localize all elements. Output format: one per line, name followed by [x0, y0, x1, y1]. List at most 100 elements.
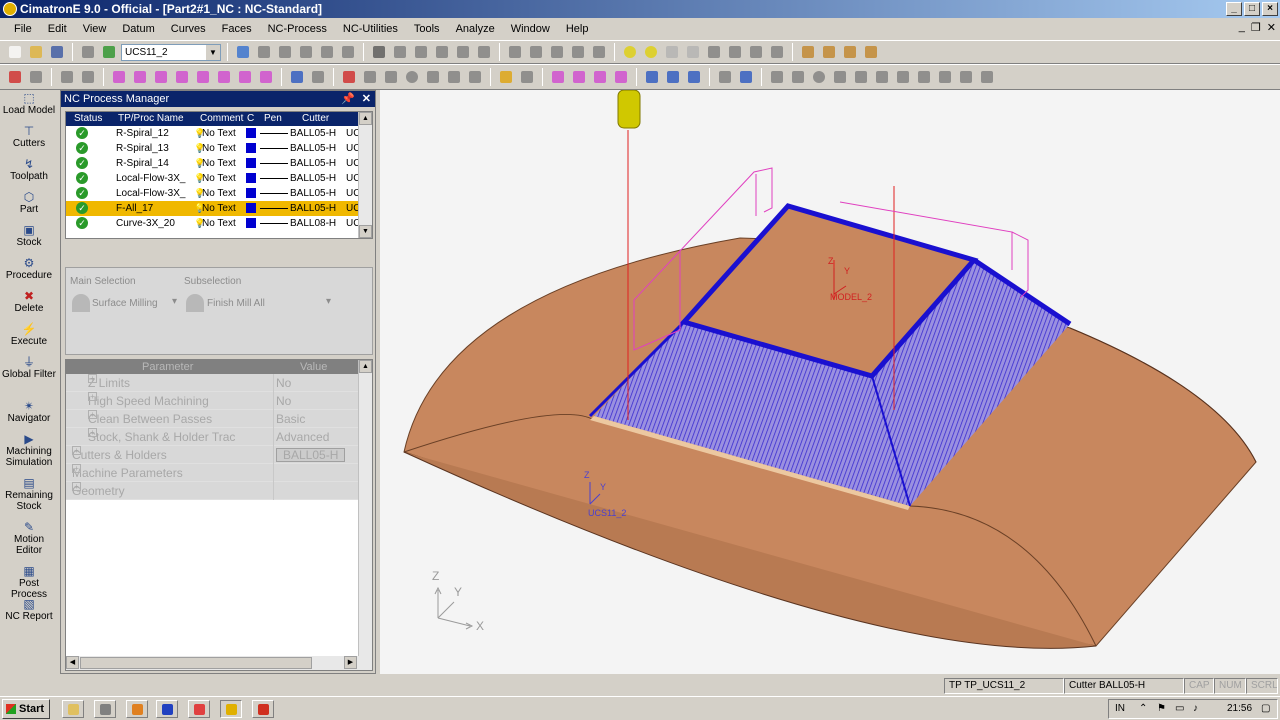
- leftbar-stock[interactable]: ▣ Stock: [0, 222, 58, 255]
- menu-tools[interactable]: Tools: [406, 23, 448, 35]
- cimatron-taskbar-icon[interactable]: [220, 700, 242, 718]
- menu-datum[interactable]: Datum: [114, 23, 162, 35]
- shading-icon[interactable]: [527, 43, 545, 61]
- process-row[interactable]: ✓ R-Spiral_14 💡 No Text BALL05-H UC: [66, 156, 360, 171]
- parameter-hscrollbar[interactable]: ◀ ▶: [66, 656, 372, 670]
- maximize-button[interactable]: □: [1244, 2, 1260, 16]
- view-top-icon[interactable]: [412, 43, 430, 61]
- parameter-scrollbar[interactable]: ▲: [358, 360, 372, 656]
- clock[interactable]: 21:56: [1227, 700, 1252, 718]
- process-row[interactable]: ✓ Local-Flow-3X_ 💡 No Text BALL05-H UC: [66, 171, 360, 186]
- pick-options-icon[interactable]: [79, 68, 97, 86]
- doc-minimize-button[interactable]: _: [1239, 21, 1245, 34]
- expand-icon[interactable]: +: [88, 428, 97, 437]
- draft-slope-icon[interactable]: [831, 68, 849, 86]
- back-icon[interactable]: [663, 43, 681, 61]
- chevron-down-icon[interactable]: ▾: [326, 296, 331, 307]
- sphere-icon[interactable]: [403, 68, 421, 86]
- parameter-row[interactable]: + Stock, Shank & Holder Trac Advanced: [66, 428, 358, 446]
- network-icon[interactable]: ▭: [1175, 700, 1184, 718]
- properties-icon[interactable]: [768, 43, 786, 61]
- hidden-line-icon[interactable]: [569, 43, 587, 61]
- col-status[interactable]: Status: [74, 112, 102, 126]
- trim-icon[interactable]: [215, 68, 233, 86]
- measure-icon[interactable]: [288, 68, 306, 86]
- process-row[interactable]: ✓ Curve-3X_20 💡 No Text BALL08-H UC: [66, 216, 360, 231]
- split-icon[interactable]: [820, 43, 838, 61]
- draft-dim-icon[interactable]: [894, 68, 912, 86]
- fillet-icon[interactable]: [257, 68, 275, 86]
- sweep-icon[interactable]: [591, 68, 609, 86]
- box-icon[interactable]: [382, 68, 400, 86]
- scroll-left-icon[interactable]: ◀: [66, 656, 79, 669]
- view-front-icon[interactable]: [391, 43, 409, 61]
- zoom-icon[interactable]: [297, 43, 315, 61]
- leftbar-post-process[interactable]: ▦ Post Process: [0, 563, 58, 600]
- offset-icon[interactable]: [194, 68, 212, 86]
- scroll-up-icon[interactable]: ▲: [359, 112, 372, 125]
- forward-icon[interactable]: [684, 43, 702, 61]
- settings-taskbar-icon[interactable]: [94, 700, 116, 718]
- process-row[interactable]: ✓ F-All_17 💡 No Text BALL05-H UC: [66, 201, 360, 216]
- view-iso-icon[interactable]: [370, 43, 388, 61]
- draft-box-icon[interactable]: [957, 68, 975, 86]
- menu-help[interactable]: Help: [558, 23, 597, 35]
- ucs-select[interactable]: UCS11_2 ▼: [121, 43, 221, 61]
- col-comment[interactable]: Comment: [200, 112, 243, 126]
- view-back-icon[interactable]: [475, 43, 493, 61]
- parameter-row[interactable]: + Z Limits No: [66, 374, 358, 392]
- leftbar-nc-report[interactable]: ▧ NC Report: [0, 596, 58, 629]
- boundary-icon[interactable]: [309, 68, 327, 86]
- graphics-viewport[interactable]: Z Y MODEL_2 Z Y UCS11_2 Z Y X: [380, 90, 1280, 674]
- leftbar-load-model[interactable]: ⬚ Load Model: [0, 90, 58, 123]
- doc-close-button[interactable]: ✕: [1267, 21, 1276, 34]
- col-c[interactable]: C: [247, 112, 254, 126]
- expand-icon[interactable]: +: [88, 392, 97, 401]
- play-taskbar-icon[interactable]: [156, 700, 178, 718]
- scroll-thumb[interactable]: [80, 657, 312, 669]
- parameter-row[interactable]: + High Speed Machining No: [66, 392, 358, 410]
- zoom-window-icon[interactable]: [255, 43, 273, 61]
- cursor-icon[interactable]: [27, 68, 45, 86]
- pin-icon[interactable]: 📌: [341, 91, 355, 107]
- constraint-icon[interactable]: [518, 68, 536, 86]
- render-icon[interactable]: [506, 43, 524, 61]
- scroll-up-icon[interactable]: ▲: [359, 360, 372, 373]
- leftbar-delete[interactable]: ✖ Delete: [0, 288, 58, 321]
- language-indicator[interactable]: IN: [1115, 700, 1125, 718]
- light-icon[interactable]: [642, 43, 660, 61]
- color-fill-icon[interactable]: [737, 68, 755, 86]
- anchor-icon[interactable]: [716, 68, 734, 86]
- parameter-row[interactable]: + Cutters & Holders BALL05-H: [66, 446, 358, 464]
- notification-icon[interactable]: ▢: [1261, 700, 1270, 718]
- col-cutter[interactable]: Cutter: [302, 112, 329, 126]
- menu-view[interactable]: View: [75, 23, 115, 35]
- pick-icon[interactable]: [58, 68, 76, 86]
- media-taskbar-icon[interactable]: [126, 700, 148, 718]
- leftbar-execute[interactable]: ⚡ Execute: [0, 321, 58, 354]
- view-left-icon[interactable]: [454, 43, 472, 61]
- rotate-icon[interactable]: [339, 43, 357, 61]
- cylinder-icon[interactable]: [424, 68, 442, 86]
- sketch-icon[interactable]: [497, 68, 515, 86]
- recorder-taskbar-icon[interactable]: [252, 700, 274, 718]
- parameter-row[interactable]: + Clean Between Passes Basic: [66, 410, 358, 428]
- tray-up-icon[interactable]: ⌃: [1139, 700, 1147, 718]
- scroll-right-icon[interactable]: ▶: [344, 656, 357, 669]
- minimize-button[interactable]: _: [1226, 2, 1242, 16]
- line-icon[interactable]: [173, 68, 191, 86]
- pan-icon[interactable]: [318, 43, 336, 61]
- attributes-icon[interactable]: [747, 43, 765, 61]
- expand-icon[interactable]: +: [72, 464, 81, 473]
- spline-icon[interactable]: [131, 68, 149, 86]
- expand-icon[interactable]: +: [72, 446, 81, 455]
- display-options-icon[interactable]: [590, 43, 608, 61]
- subselection-value[interactable]: Finish Mill All: [207, 298, 265, 309]
- select-icon[interactable]: [6, 68, 24, 86]
- draft-cross-icon[interactable]: [873, 68, 891, 86]
- point-icon[interactable]: [643, 68, 661, 86]
- leftbar-simulation[interactable]: ▶ Machining Simulation: [0, 431, 58, 475]
- main-selection-value[interactable]: Surface Milling: [92, 298, 158, 309]
- leftbar-filter[interactable]: ⏚ Global Filter: [0, 354, 58, 398]
- extend-icon[interactable]: [236, 68, 254, 86]
